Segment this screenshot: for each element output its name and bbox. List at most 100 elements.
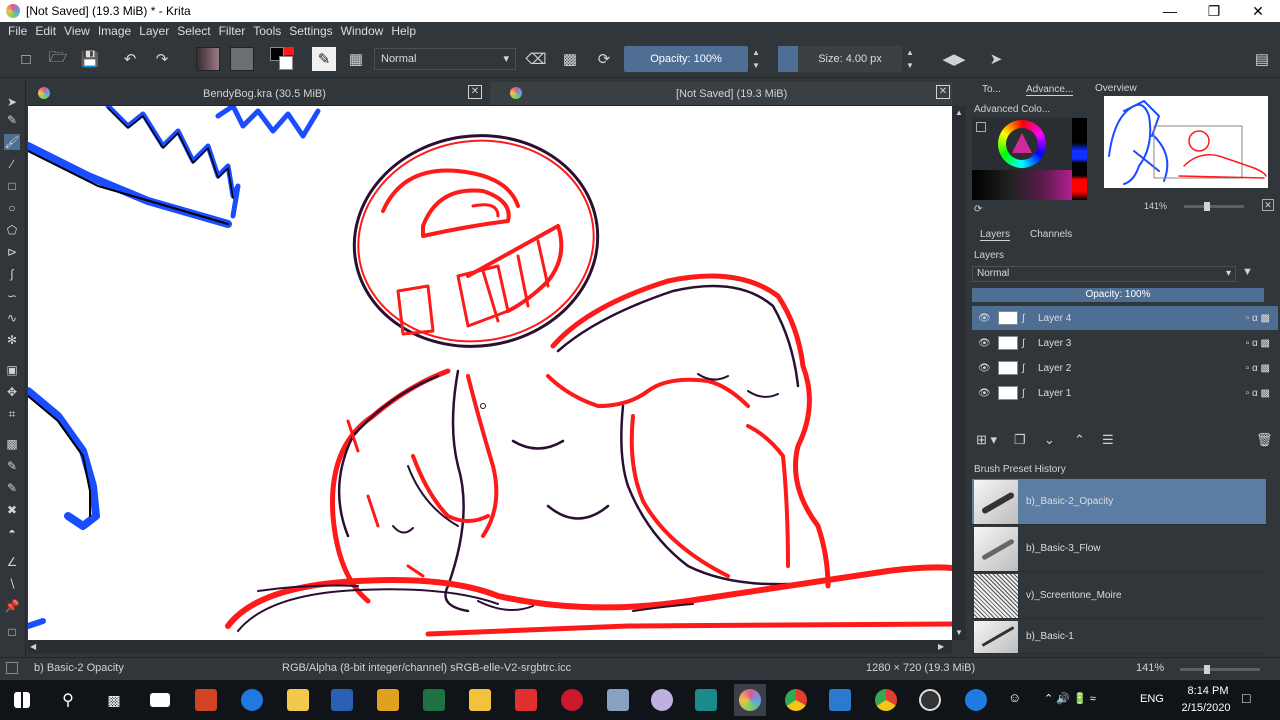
polygon-tool-icon[interactable]: ⬠ [4, 222, 20, 238]
windows-start-icon[interactable] [6, 684, 38, 716]
visibility-eye-icon[interactable]: 👁 [978, 338, 994, 349]
chevron-right-icon[interactable]: ▶ [938, 642, 944, 651]
app-icon-10[interactable] [646, 684, 678, 716]
brush-preset-item[interactable]: b)_Basic-3_Flow [972, 526, 1266, 572]
doc-tab-bendybog[interactable]: BendyBog.kra (30.5 MiB) ✕ [28, 82, 490, 106]
layer-lock-icon[interactable]: ▫ α ▩ [1246, 388, 1270, 399]
menu-layer[interactable]: Layer [139, 24, 169, 38]
visibility-eye-icon[interactable]: 👁 [978, 363, 994, 374]
duplicate-layer-icon[interactable]: ❐ [1014, 432, 1026, 448]
visibility-eye-icon[interactable]: 👁 [978, 388, 994, 399]
help-icon[interactable] [960, 684, 992, 716]
app-icon-14[interactable] [824, 684, 856, 716]
restore-icon[interactable]: ❐ [1192, 0, 1236, 22]
move-layer-up-icon[interactable]: ⌃ [1074, 432, 1085, 448]
drawing-canvas[interactable] [28, 106, 952, 640]
clock-time[interactable]: 8:14 PM [1180, 685, 1236, 697]
slider-handle[interactable] [1204, 665, 1210, 674]
menu-edit[interactable]: Edit [35, 24, 56, 38]
polyline-tool-icon[interactable]: ⊳ [4, 244, 20, 260]
undo-icon[interactable]: ↶ [120, 49, 140, 69]
tray-icons[interactable]: ⌃ 🔊 🔋 ≈ [1044, 692, 1096, 705]
tab-channels[interactable]: Channels [1030, 229, 1072, 240]
delete-layer-icon[interactable]: 🗑 [1256, 432, 1273, 448]
color-picker-tool-icon[interactable]: ✎ [4, 458, 20, 474]
opacity-slider[interactable]: Opacity: 100% [624, 46, 748, 72]
menu-filter[interactable]: Filter [219, 24, 246, 38]
minimize-icon[interactable]: — [1148, 0, 1192, 22]
multibrush-tool-icon[interactable]: ✻ [4, 332, 20, 348]
search-icon[interactable]: ⚲ [52, 684, 84, 716]
gradient-tool-icon[interactable]: ▩ [4, 436, 20, 452]
blend-mode-select[interactable]: Normal ▾ [374, 48, 516, 70]
excel-icon[interactable] [418, 684, 450, 716]
obs-icon[interactable] [914, 684, 946, 716]
menu-view[interactable]: View [64, 24, 90, 38]
menu-image[interactable]: Image [98, 24, 131, 38]
app-icon-11[interactable] [690, 684, 722, 716]
chevron-left-icon[interactable]: ◀ [30, 642, 36, 651]
zoom-slider[interactable] [1180, 665, 1260, 674]
layer-lock-icon[interactable]: ▫ α ▩ [1246, 313, 1270, 324]
color-patches[interactable] [972, 170, 1072, 200]
size-slider[interactable]: Size: 4.00 px [798, 46, 902, 72]
filter-icon[interactable]: ▼ [1242, 266, 1253, 278]
fill-tool-icon[interactable]: ◓ [4, 524, 20, 540]
menu-file[interactable]: File [8, 24, 27, 38]
measure-tool-icon[interactable]: ∖ [4, 576, 20, 592]
anydesk-icon[interactable] [510, 684, 542, 716]
sticky-app-icon[interactable] [372, 684, 404, 716]
brush-preset-item[interactable]: v)_Screentone_Moire [972, 573, 1266, 619]
menu-help[interactable]: Help [391, 24, 416, 38]
ellipse-tool-icon[interactable]: ○ [4, 200, 20, 216]
reference-tool-icon[interactable]: 📌 [4, 598, 20, 614]
size-slider-fill[interactable] [778, 46, 798, 72]
word-icon[interactable] [326, 684, 358, 716]
mail-app-icon[interactable] [144, 684, 176, 716]
freehand-brush-tool-icon[interactable]: 🖌 [4, 134, 20, 150]
slider-handle[interactable] [1204, 202, 1210, 211]
file-explorer-icon[interactable] [464, 684, 496, 716]
fit-view-icon[interactable]: ✕ [1262, 199, 1274, 211]
menu-window[interactable]: Window [341, 24, 384, 38]
text-tool-icon[interactable]: ✎ [4, 112, 20, 128]
menu-select[interactable]: Select [177, 24, 210, 38]
layer-properties-icon[interactable]: ☰ [1102, 432, 1114, 448]
menu-settings[interactable]: Settings [289, 24, 332, 38]
add-layer-icon[interactable]: ⊞ ▾ [976, 432, 997, 448]
reload-preset-icon[interactable]: ⟳ [594, 49, 614, 69]
opacity-spin-icon[interactable]: ▲ ▼ [750, 46, 762, 72]
eraser-icon[interactable]: ⌫ [525, 49, 546, 69]
recent-colors-strip[interactable] [1072, 118, 1087, 200]
overview-zoom-slider[interactable] [1184, 202, 1244, 211]
rectangle-tool-icon[interactable]: □ [4, 178, 20, 194]
selection-tool-icon[interactable]: □ [4, 624, 20, 640]
language-indicator[interactable]: ENG [1140, 693, 1164, 705]
clock-date[interactable]: 2/15/2020 [1174, 702, 1238, 714]
task-view-icon[interactable]: ▩ [98, 684, 130, 716]
transform-tool-icon[interactable]: ▣ [4, 362, 20, 378]
hue-ring[interactable] [998, 120, 1046, 168]
layer-lock-icon[interactable]: ▫ α ▩ [1246, 363, 1270, 374]
advanced-color-selector[interactable] [972, 118, 1087, 200]
alpha-lock-icon[interactable]: ▩ [560, 49, 580, 69]
app-icon-9[interactable] [602, 684, 634, 716]
colorize-mask-tool-icon[interactable]: ✎ [4, 480, 20, 496]
new-document-icon[interactable]: □ [16, 49, 36, 69]
color-settings-icon[interactable] [976, 122, 986, 132]
store-icon[interactable] [282, 684, 314, 716]
tab-tool-options[interactable]: To... [982, 84, 1001, 95]
brush-preset-item[interactable]: b)_Basic-1 [972, 620, 1266, 654]
refresh-icon[interactable]: ⟳ [974, 204, 982, 215]
brush-preset-item[interactable]: b)_Basic-2_Opacity [972, 479, 1266, 525]
people-icon[interactable]: ☺ [1008, 690, 1021, 705]
edge-icon[interactable] [236, 684, 268, 716]
overview-thumbnail[interactable] [1104, 96, 1268, 188]
status-color-space[interactable]: RGB/Alpha (8-bit integer/channel) sRGB-e… [282, 662, 571, 674]
layer-lock-icon[interactable]: ▫ α ▩ [1246, 338, 1270, 349]
tab-layers[interactable]: Layers [980, 229, 1011, 241]
line-tool-icon[interactable]: ∕ [4, 156, 20, 172]
opera-icon[interactable] [556, 684, 588, 716]
open-folder-icon[interactable]: 🗁 [48, 49, 68, 69]
close-icon[interactable]: ✕ [468, 85, 482, 99]
